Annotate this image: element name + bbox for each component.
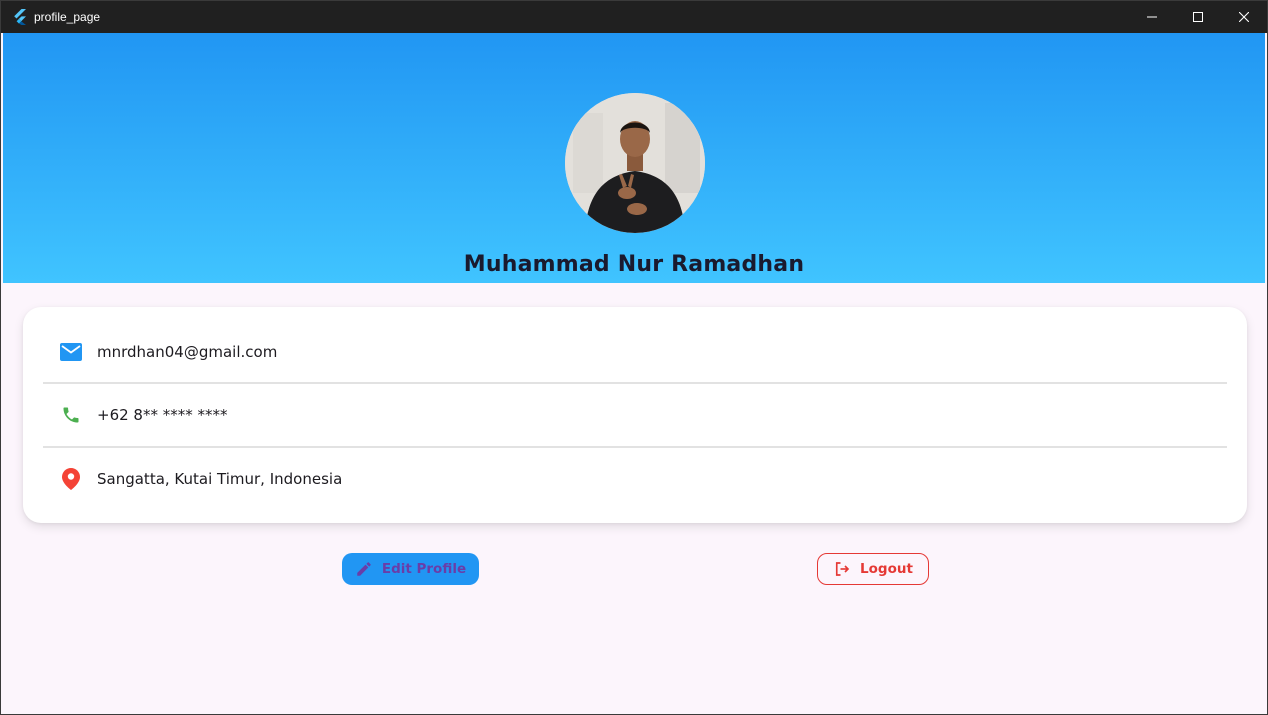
location-pin-icon [59,467,83,491]
window-controls [1129,1,1267,33]
close-button[interactable] [1221,1,1267,33]
phone-text: +62 8** **** **** [97,406,228,424]
avatar [565,93,705,233]
minimize-icon [1147,16,1157,18]
app-window: profile_page Muhammad Nur Ramadhan mnrdh… [0,0,1268,715]
profile-header: Muhammad Nur Ramadhan [3,33,1265,283]
pencil-icon [355,560,373,578]
phone-icon [59,403,83,427]
profile-name: Muhammad Nur Ramadhan [463,252,805,277]
contact-info-card: mnrdhan04@gmail.com +62 8** **** **** Sa… [23,307,1247,523]
close-icon [1239,12,1249,22]
divider [43,446,1227,448]
maximize-button[interactable] [1175,1,1221,33]
window-title: profile_page [34,10,101,24]
logout-button[interactable]: Logout [817,553,929,585]
logout-label: Logout [860,561,913,577]
flutter-logo-icon [12,9,28,25]
maximize-icon [1193,12,1203,22]
profile-photo [565,93,705,233]
email-text: mnrdhan04@gmail.com [97,343,278,361]
location-text: Sangatta, Kutai Timur, Indonesia [97,470,343,488]
edit-profile-button[interactable]: Edit Profile [342,553,479,585]
phone-row: +62 8** **** **** [43,385,1227,445]
edit-profile-label: Edit Profile [381,561,467,577]
title-bar[interactable]: profile_page [1,1,1267,33]
logout-icon [833,560,851,578]
email-icon [59,340,83,364]
email-row: mnrdhan04@gmail.com [43,322,1227,382]
divider [43,382,1227,384]
minimize-button[interactable] [1129,1,1175,33]
location-row: Sangatta, Kutai Timur, Indonesia [43,449,1227,509]
